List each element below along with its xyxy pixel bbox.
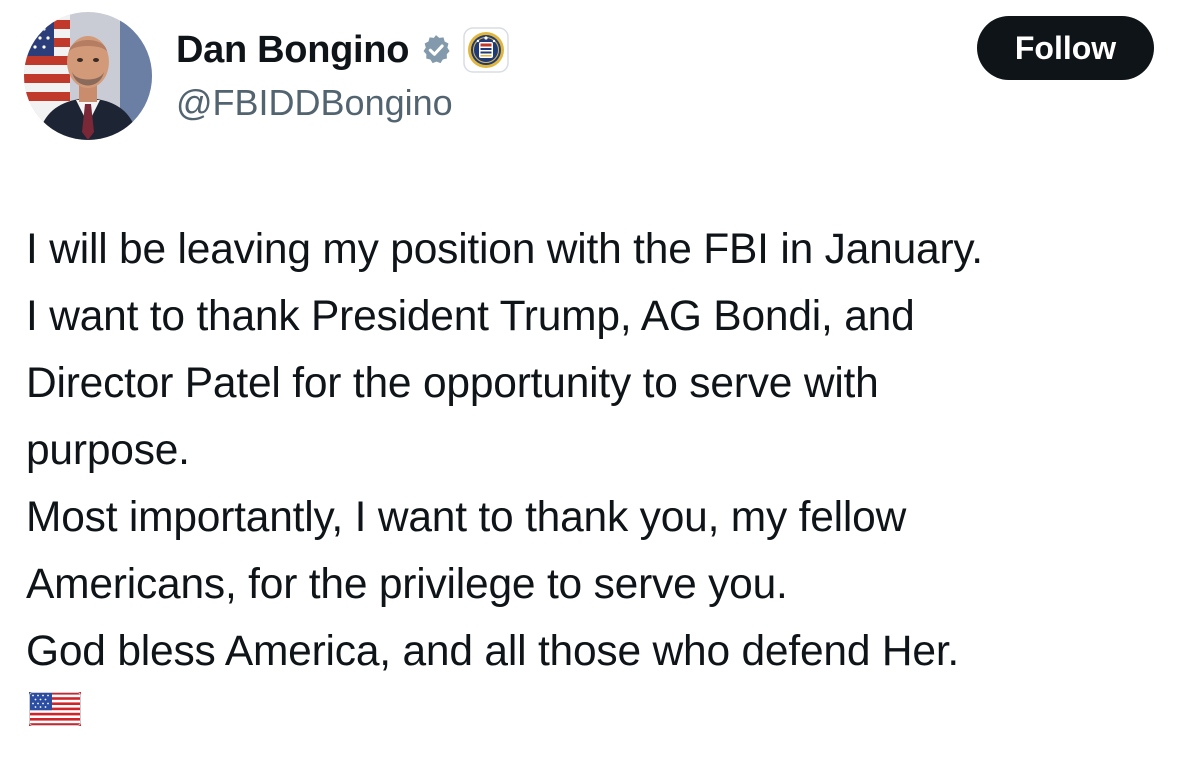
post-text-line: I want to thank President Trump, AG Bond… — [26, 293, 915, 340]
fbi-seal-icon[interactable] — [463, 27, 509, 73]
avatar-photo — [24, 12, 152, 140]
us-flag-emoji-icon — [29, 692, 81, 731]
tweet-card: Dan Bongino @FBIDDBongino Follow I will … — [0, 0, 1200, 772]
post-text-line: God bless America, and all those who def… — [26, 628, 960, 675]
author-name-row: Dan Bongino — [176, 24, 509, 76]
post-text: I will be leaving my position with the F… — [26, 216, 1176, 685]
post-text-line: Americans, for the privilege to serve yo… — [26, 561, 788, 608]
avatar[interactable] — [24, 12, 152, 140]
post-text-line: Most importantly, I want to thank you, m… — [26, 494, 907, 541]
author-handle[interactable]: @FBIDDBongino — [176, 82, 453, 124]
author-display-name[interactable]: Dan Bongino — [176, 29, 409, 72]
follow-button[interactable]: Follow — [977, 16, 1154, 80]
post-text-line: Director Patel for the opportunity to se… — [26, 360, 879, 407]
post-text-line: I will be leaving my position with the F… — [26, 226, 983, 273]
verified-check-icon[interactable] — [419, 33, 453, 67]
post-text-line: purpose. — [26, 427, 190, 474]
